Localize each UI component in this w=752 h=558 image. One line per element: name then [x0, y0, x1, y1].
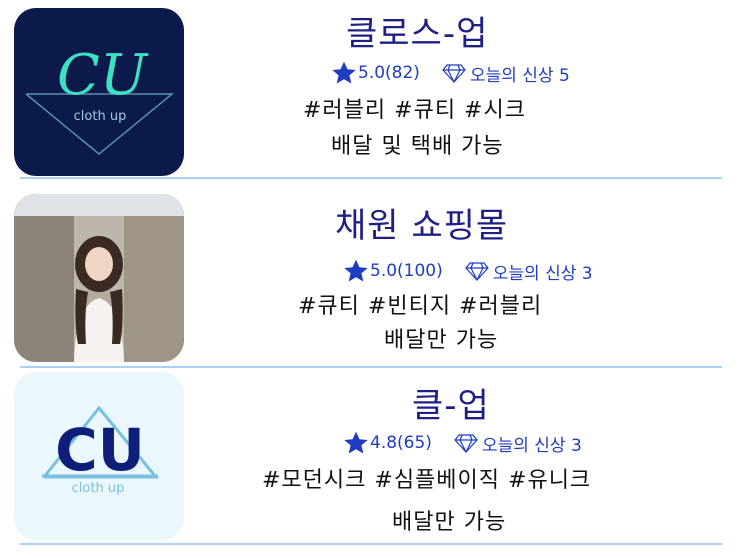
cu-logo-icon: CU cloth up — [42, 405, 160, 496]
shop-card-chaewon[interactable]: 채원 쇼핑몰 5.0(100) 오늘의 신상 3 #큐티 #빈티지 #러블리 배… — [0, 186, 752, 366]
star-icon — [332, 61, 356, 84]
shop-stats: 5.0(82) 오늘의 신상 5 — [330, 60, 570, 86]
shop-card-cloth-up[interactable]: CU cloth up 클로스-업 5.0(82) 오늘의 신상 5 #러블리 … — [0, 0, 752, 180]
person-photo-icon — [14, 194, 184, 362]
new-today-count: 오늘의 신상 3 — [481, 435, 582, 456]
shop-photo-chaewon[interactable] — [14, 194, 184, 362]
divider — [20, 366, 722, 368]
shop-stats: 4.8(65) 오늘의 신상 3 — [342, 430, 582, 456]
delivery-info: 배달 및 택배 가능 — [331, 134, 504, 159]
logo-text: CU — [57, 43, 149, 108]
diamond-icon — [464, 262, 489, 281]
rating-value: 5.0(100) — [370, 261, 443, 281]
diamond-icon — [454, 434, 478, 453]
delivery-info: 배달만 가능 — [384, 328, 499, 353]
star-icon — [344, 259, 368, 282]
shop-card-clup[interactable]: CU cloth up 클-업 4.8(65) 오늘의 신상 3 #모던시크 #… — [0, 372, 752, 552]
shop-tags: #모던시크 #심플베이직 #유니크 — [262, 468, 592, 493]
shop-logo-clup[interactable]: CU cloth up — [14, 372, 184, 540]
star-icon — [344, 431, 368, 454]
logo-subtext: cloth up — [72, 481, 125, 496]
shop-tags: #큐티 #빈티지 #러블리 — [298, 294, 543, 319]
shop-stats: 5.0(100) 오늘의 신상 3 — [342, 258, 593, 284]
new-today-count: 오늘의 신상 5 — [469, 65, 570, 86]
delivery-info: 배달만 가능 — [392, 510, 507, 535]
shop-name[interactable]: 클로스-업 — [346, 6, 488, 55]
logo-subtext: cloth up — [74, 109, 127, 124]
rating-value: 4.8(65) — [370, 433, 432, 453]
logo-text: CU — [55, 416, 145, 484]
shop-tags: #러블리 #큐티 #시크 — [303, 98, 526, 123]
cloth-up-logo-icon: CU cloth up — [25, 43, 175, 155]
diamond-icon — [442, 64, 466, 83]
shop-name[interactable]: 클-업 — [412, 378, 490, 427]
rating-value: 5.0(82) — [358, 63, 420, 83]
new-today-count: 오늘의 신상 3 — [492, 263, 593, 284]
shop-logo-cloth-up[interactable]: CU cloth up — [14, 8, 184, 176]
divider — [20, 543, 722, 545]
divider — [20, 177, 722, 179]
shop-list-screen: { "shops": [ { "name": "클로스-업", "rating"… — [0, 0, 752, 558]
shop-name[interactable]: 채원 쇼핑몰 — [335, 198, 508, 247]
